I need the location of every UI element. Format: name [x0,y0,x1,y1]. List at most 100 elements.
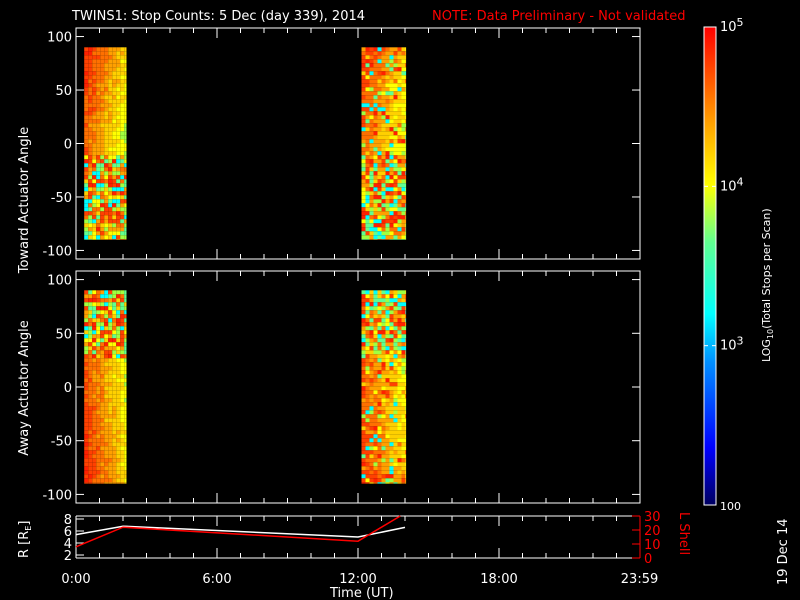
heatmap-cell [124,215,127,220]
heatmap-cell [385,394,390,399]
heatmap-cell [369,386,374,391]
heatmap-cell [401,107,406,112]
heatmap-cell [104,434,109,439]
heatmap-cell [373,155,378,160]
heatmap-cell [361,430,366,435]
heatmap-cell [381,175,386,180]
heatmap-cell [120,306,125,311]
heatmap-cell [120,123,125,128]
heatmap-cell [92,362,97,367]
heatmap-cell [100,183,105,188]
heatmap-cell [108,434,113,439]
heatmap-cell [365,442,370,447]
heatmap-cell [369,366,374,371]
heatmap-cell [381,143,386,148]
heatmap-cell [381,223,386,228]
heatmap-cell [124,422,127,427]
heatmap-cell [405,203,407,208]
heatmap-cell [401,159,406,164]
heatmap-cell [84,438,89,443]
heatmap-cell [84,223,89,228]
heatmap-cell [96,398,101,403]
heatmap-cell [365,378,370,383]
heatmap-cell [108,67,113,72]
heatmap-cell [104,239,109,240]
heatmap-cell [397,47,402,52]
heatmap-cell [369,175,374,180]
heatmap-cell [377,426,382,431]
heatmap-cell [405,147,407,152]
heatmap-cell [108,418,113,423]
heatmap-cell [100,207,105,212]
heatmap-cell [104,430,109,435]
heatmap-cell [397,75,402,80]
heatmap-cell [389,215,394,220]
heatmap-cell [96,346,101,351]
heatmap-cell [120,414,125,419]
heatmap-cell [88,187,93,192]
heatmap-cell [112,211,117,216]
heatmap-cell [96,211,101,216]
heatmap-cell [365,103,370,108]
heatmap-cell [361,83,366,88]
heatmap-cell [104,147,109,152]
heatmap-cell [108,231,113,236]
heatmap-cell [369,430,374,435]
heatmap-cell [84,294,89,299]
heatmap-cell [108,350,113,355]
heatmap-cell [365,374,370,379]
heatmap-cell [92,342,97,347]
heatmap-cell [116,79,121,84]
heatmap-cell [397,406,402,411]
heatmap-cell [120,374,125,379]
heatmap-cell [108,458,113,463]
heatmap-cell [84,55,89,60]
heatmap-cell [108,462,113,467]
heatmap-cell [120,342,125,347]
heatmap-cell [124,414,127,419]
heatmap-cell [120,358,125,363]
heatmap-cell [92,394,97,399]
heatmap-cell [401,478,406,483]
heatmap-cell [373,239,378,240]
heatmap-cell [389,466,394,471]
heatmap-cell [397,71,402,76]
heatmap-cell [393,466,398,471]
heatmap-cell [88,131,93,136]
heatmap-cell [120,406,125,411]
heatmap-cell [88,207,93,212]
heatmap-cell [373,143,378,148]
heatmap-cell [104,394,109,399]
heatmap-cell [373,231,378,236]
heatmap-cell [104,107,109,112]
heatmap-cell [108,306,113,311]
heatmap-cell [377,99,382,104]
heatmap-cell [84,175,89,180]
heatmap-cell [96,318,101,323]
heatmap-cell [112,306,117,311]
heatmap-cell [88,119,93,124]
heatmap-cell [365,143,370,148]
heatmap-cell [88,298,93,303]
heatmap-cell [369,314,374,319]
heatmap-cell [369,294,374,299]
heatmap-cell [385,322,390,327]
heatmap-cell [124,462,127,467]
heatmap-cell [385,454,390,459]
x-tick-label: 0:00 [61,572,90,587]
heatmap-cell [401,470,406,475]
heatmap-cell [369,95,374,100]
heatmap-cell [124,358,127,363]
heatmap-cell [393,338,398,343]
heatmap-cell [108,143,113,148]
heatmap-cell [112,346,117,351]
heatmap-cell [397,183,402,188]
heatmap-cell [96,207,101,212]
heatmap-cell [108,386,113,391]
heatmap-cell [405,386,407,391]
heatmap-cell [116,414,121,419]
preliminary-note: NOTE: Data Preliminary - Not validated [432,9,686,24]
heatmap-cell [377,418,382,423]
heatmap-cell [377,123,382,128]
heatmap-cell [108,163,113,168]
